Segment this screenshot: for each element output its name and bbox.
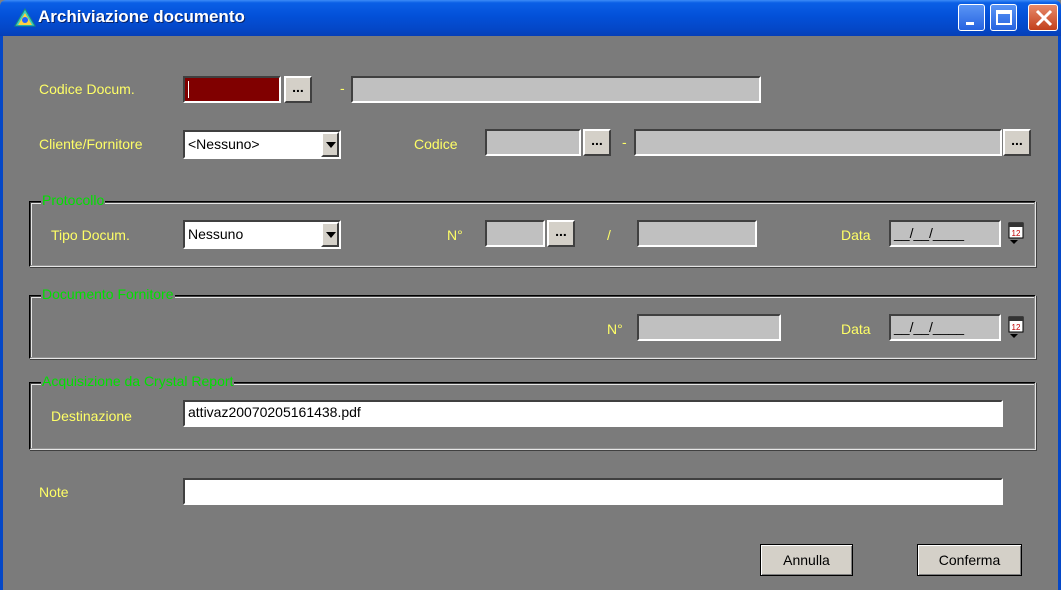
dialog-body: Codice Docum. ... - Cliente/Fornitore <N… bbox=[0, 36, 1061, 590]
fornitore-data-label: Data bbox=[841, 321, 871, 337]
destinazione-input[interactable]: attivaz20070205161438.pdf bbox=[183, 400, 1003, 427]
annulla-button[interactable]: Annulla bbox=[760, 544, 853, 576]
conferma-button[interactable]: Conferma bbox=[917, 544, 1022, 576]
tipo-docum-select[interactable]: Nessuno bbox=[183, 220, 341, 249]
codice-description[interactable] bbox=[634, 129, 1002, 156]
protocollo-numero-input[interactable] bbox=[485, 220, 545, 247]
annulla-label: Annulla bbox=[783, 552, 830, 568]
protocollo-numero-browse-button[interactable]: ... bbox=[547, 220, 575, 247]
fornitore-data-input[interactable]: __/__/____ bbox=[889, 314, 1001, 341]
chevron-down-icon[interactable] bbox=[321, 222, 339, 247]
tipo-docum-value: Nessuno bbox=[188, 226, 244, 242]
close-button[interactable] bbox=[1028, 4, 1058, 31]
codice-docum-label: Codice Docum. bbox=[39, 81, 135, 97]
cliente-fornitore-value: <Nessuno> bbox=[188, 136, 260, 152]
text-caret bbox=[188, 81, 189, 98]
codice-docum-description[interactable] bbox=[351, 76, 761, 103]
maximize-button[interactable] bbox=[990, 4, 1017, 31]
tipo-docum-label: Tipo Docum. bbox=[51, 227, 130, 243]
cliente-fornitore-label: Cliente/Fornitore bbox=[39, 136, 143, 152]
minimize-button[interactable] bbox=[958, 4, 985, 31]
documento-fornitore-group bbox=[29, 295, 1036, 359]
note-input[interactable] bbox=[183, 478, 1003, 505]
protocollo-group-title: Protocollo bbox=[41, 192, 106, 208]
conferma-label: Conferma bbox=[938, 552, 1001, 568]
protocollo-numero-label: N° bbox=[447, 227, 463, 243]
title-bar[interactable]: Archiviazione documento bbox=[0, 0, 1061, 36]
crystal-report-group-title: Acquisizione da Crystal Report bbox=[41, 373, 235, 389]
window-title: Archiviazione documento bbox=[38, 7, 245, 26]
documento-fornitore-group-title: Documento Fornitore bbox=[41, 286, 175, 302]
chevron-down-icon[interactable] bbox=[321, 132, 339, 157]
calendar-icon[interactable]: 12 bbox=[1007, 315, 1027, 339]
codice-description-browse-button[interactable]: ... bbox=[1003, 129, 1031, 156]
codice-browse-button[interactable]: ... bbox=[583, 129, 611, 156]
protocollo-data-label: Data bbox=[841, 227, 871, 243]
cliente-fornitore-select[interactable]: <Nessuno> bbox=[183, 130, 341, 159]
codice-docum-browse-button[interactable]: ... bbox=[284, 76, 312, 103]
destinazione-label: Destinazione bbox=[51, 408, 132, 424]
fornitore-numero-label: N° bbox=[607, 321, 623, 337]
svg-text:12: 12 bbox=[1012, 323, 1021, 332]
fornitore-numero-input[interactable] bbox=[637, 314, 781, 341]
codice-docum-separator: - bbox=[340, 80, 345, 96]
codice-separator: - bbox=[622, 134, 627, 150]
protocollo-data-input[interactable]: __/__/____ bbox=[889, 220, 1001, 247]
calendar-icon[interactable]: 12 bbox=[1007, 221, 1027, 245]
note-label: Note bbox=[39, 484, 69, 500]
protocollo-anno-input[interactable] bbox=[637, 220, 757, 247]
svg-text:12: 12 bbox=[1012, 229, 1021, 238]
codice-docum-input[interactable] bbox=[183, 76, 281, 103]
codice-input[interactable] bbox=[485, 129, 581, 156]
protocollo-slash: / bbox=[607, 227, 611, 243]
codice-label: Codice bbox=[414, 136, 458, 152]
app-icon bbox=[14, 7, 36, 29]
